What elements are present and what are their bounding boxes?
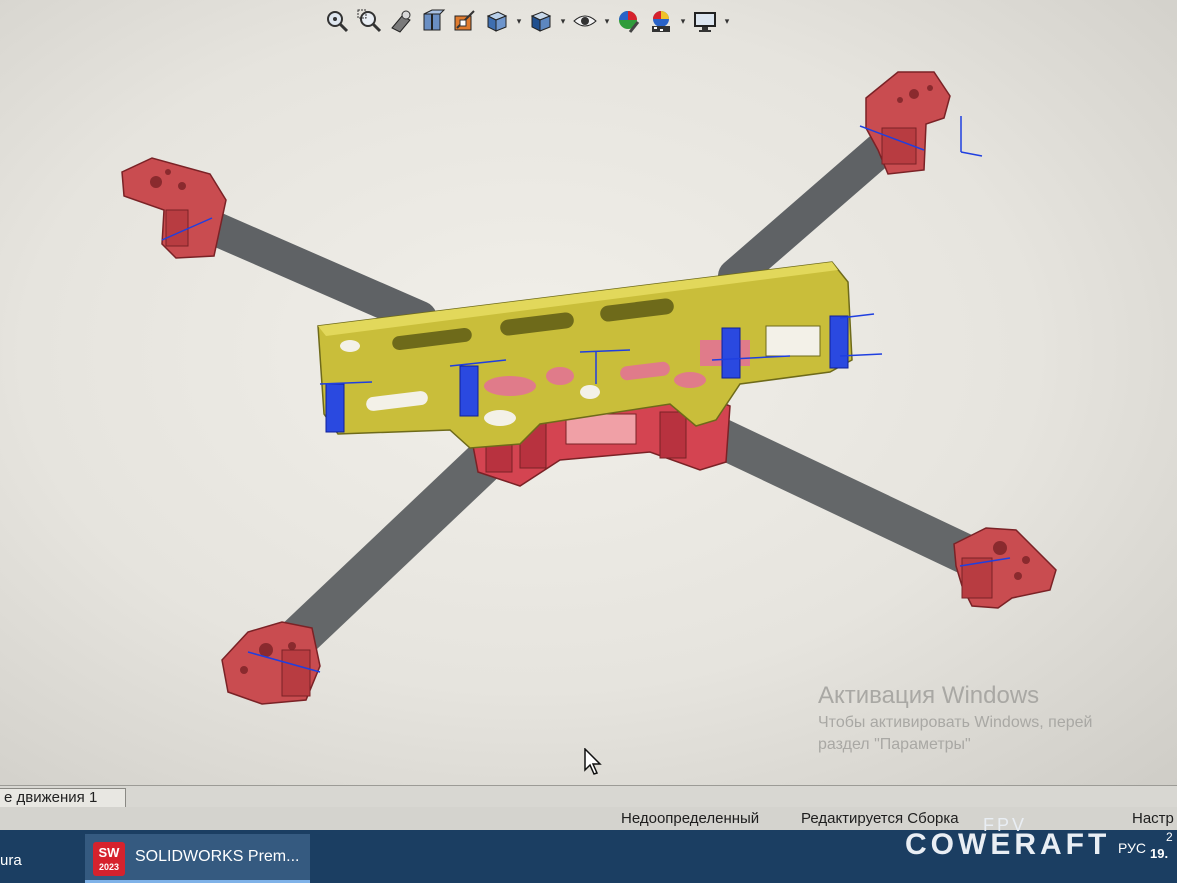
- tray-time[interactable]: 2: [1166, 830, 1173, 844]
- solidworks-logo-year: 2023: [98, 862, 120, 872]
- taskbar-solidworks-button[interactable]: SW 2023 SOLIDWORKS Prem...: [85, 834, 310, 883]
- activation-line-2: раздел "Параметры": [818, 736, 971, 753]
- motor-mount-back-left[interactable]: [121, 157, 227, 259]
- windows-activation-watermark: Активация Windows Чтобы активировать Win…: [818, 682, 1092, 754]
- motor-mount-front-right[interactable]: [953, 527, 1057, 609]
- drone-frame-assembly-model[interactable]: [0, 0, 1177, 785]
- tray-date[interactable]: 19.: [1150, 846, 1168, 861]
- solidworks-logo-icon: SW 2023: [93, 842, 125, 876]
- taskbar-app-label: SOLIDWORKS Prem...: [135, 848, 300, 865]
- status-edit-mode: Редактируется Сборка: [801, 810, 959, 827]
- motor-mount-front-left[interactable]: [221, 621, 321, 705]
- tray-language-indicator[interactable]: РУС: [1118, 840, 1146, 856]
- activation-title: Активация Windows: [818, 682, 1040, 709]
- arm-back-left[interactable]: [183, 205, 437, 335]
- graphics-viewport[interactable]: ▾ ▾ ▾ ▾ ▾ Активация Windows Чтобы активи…: [0, 0, 1177, 785]
- status-custom-units[interactable]: Настр: [1132, 810, 1174, 827]
- mouse-cursor-icon: [584, 747, 604, 781]
- status-definition: Недоопределенный: [621, 810, 760, 827]
- tab-motion-study[interactable]: е движения 1: [0, 788, 127, 808]
- model-tabs-bar: е движения 1: [0, 785, 1177, 808]
- arm-back-right[interactable]: [718, 133, 897, 293]
- watermark-line-2: COWERAFT: [905, 828, 1111, 861]
- arm-front-left[interactable]: [275, 439, 507, 661]
- activation-line-1: Чтобы активировать Windows, перей: [818, 714, 1093, 731]
- arm-front-right[interactable]: [692, 414, 998, 580]
- solidworks-logo-text: SW: [98, 845, 120, 860]
- taskbar-left-label[interactable]: ura: [0, 852, 22, 869]
